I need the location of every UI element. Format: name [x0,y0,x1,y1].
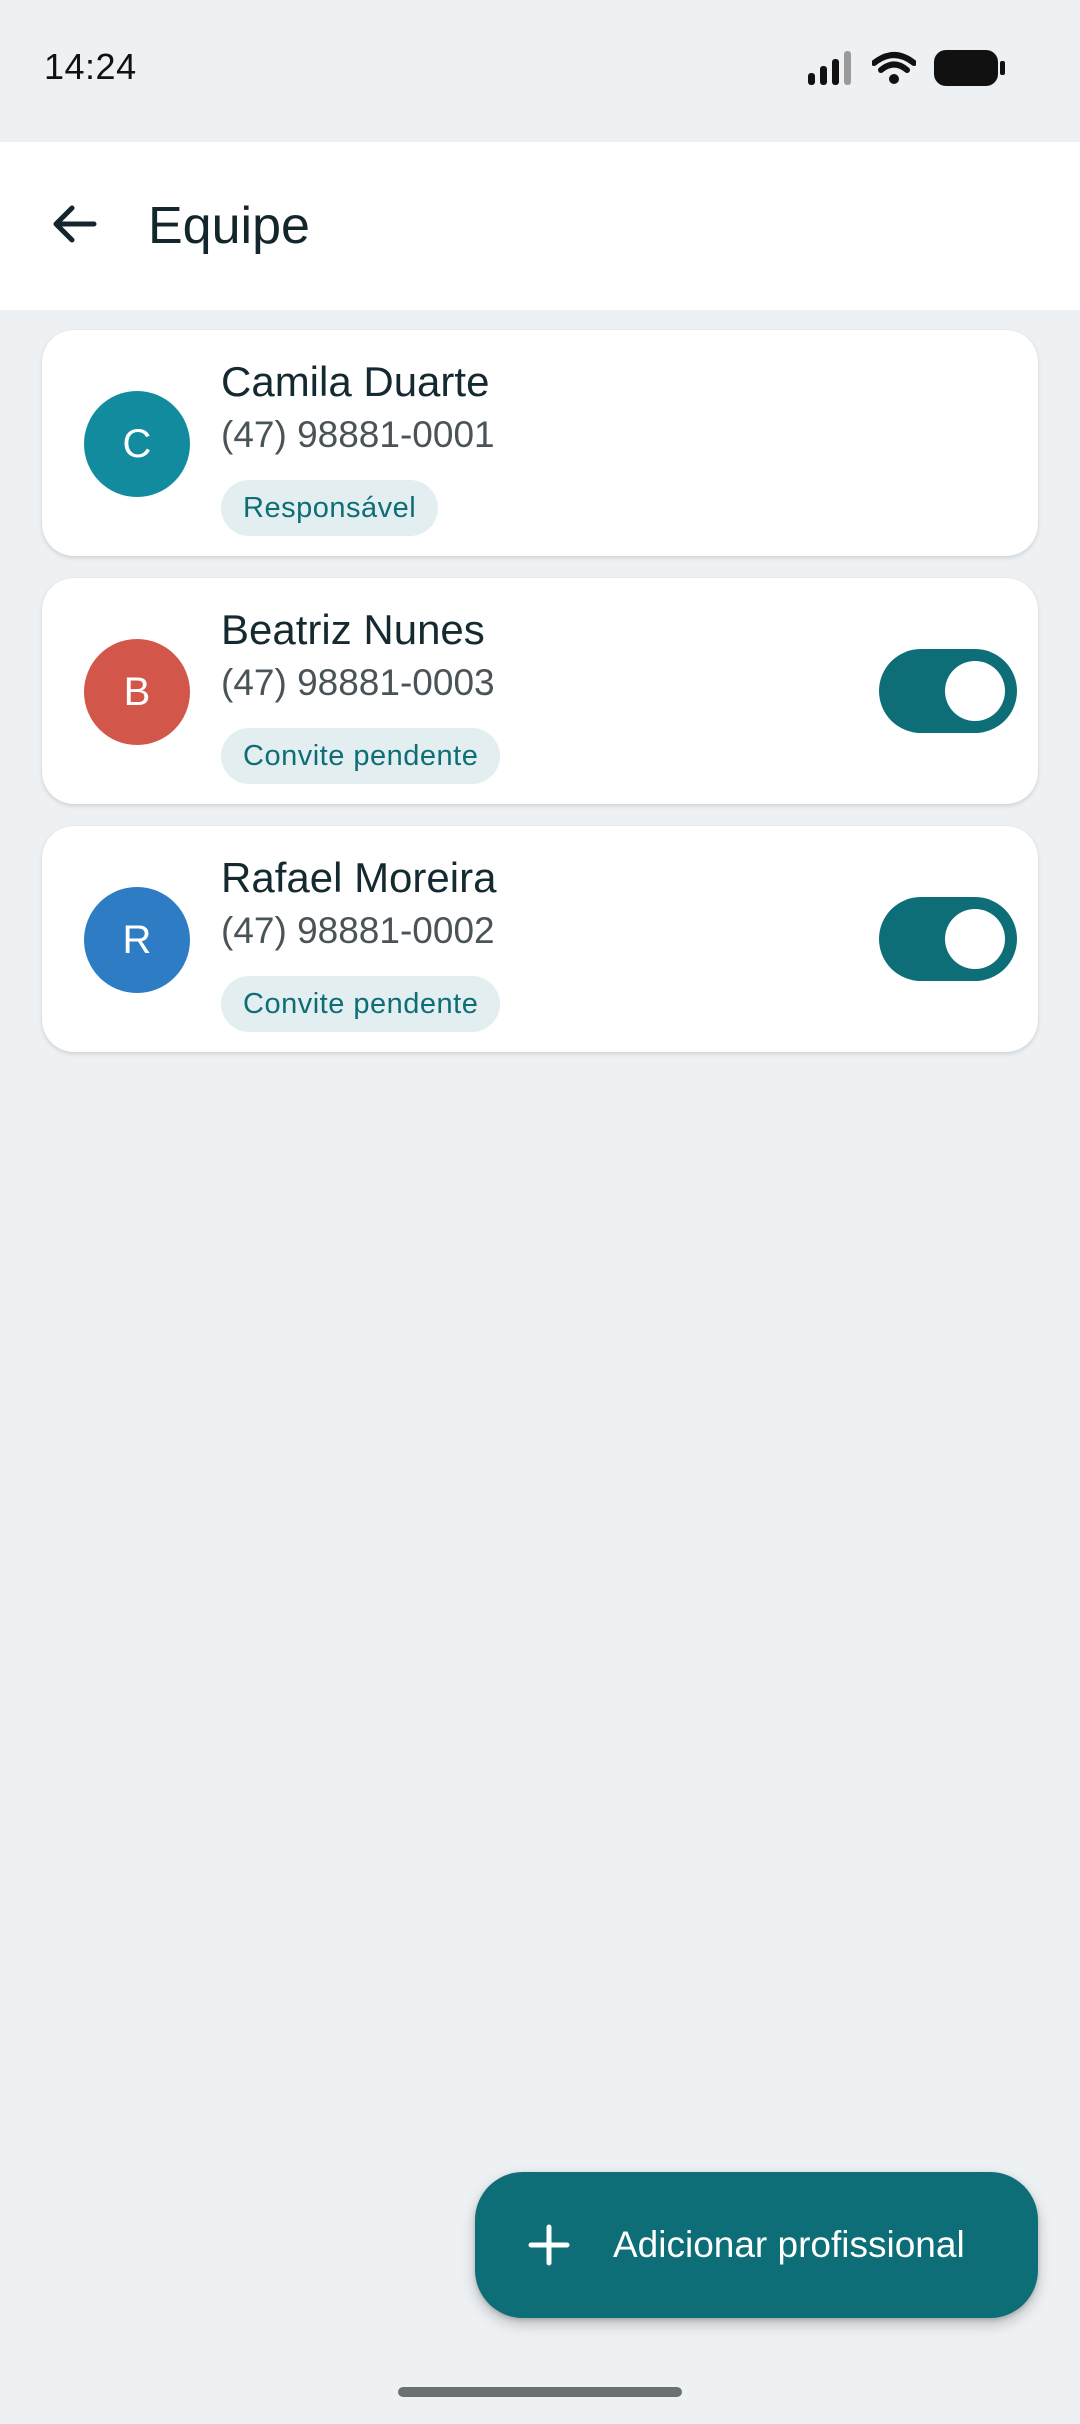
arrow-back-icon [50,200,98,253]
status-icons [808,50,1006,91]
toggle-knob [945,909,1005,969]
status-time: 14:24 [44,46,137,87]
role-badge: Responsável [221,480,439,536]
member-phone: (47) 98881-0003 [221,662,495,703]
status-bar: 14:24 [0,0,1080,142]
member-card-beatriz[interactable]: B Beatriz Nunes (47) 98881-0003 Convite … [42,578,1038,804]
member-name: Camila Duarte [221,358,490,405]
avatar: B [84,639,190,745]
avatar: C [84,391,190,497]
plus-icon [527,2223,571,2267]
signal-icon [808,51,854,90]
fab-label: Adicionar profissional [613,2224,965,2265]
avatar-initial: R [122,917,152,962]
battery-icon [934,50,1006,91]
back-button[interactable] [40,192,108,260]
member-phone: (47) 98881-0002 [221,910,495,951]
member-name: Beatriz Nunes [221,606,485,653]
add-professional-button[interactable]: Adicionar profissional [475,2172,1038,2318]
member-name: Rafael Moreira [221,854,497,901]
home-indicator[interactable] [398,2387,682,2397]
member-card-rafael[interactable]: R Rafael Moreira (47) 98881-0002 Convite… [42,826,1038,1052]
toggle-knob [945,661,1005,721]
avatar-initial: C [122,421,152,466]
member-active-toggle[interactable] [879,897,1017,981]
avatar: R [84,887,190,993]
status-badge: Convite pendente [221,976,501,1032]
page-title: Equipe [148,197,310,255]
wifi-icon [871,51,917,90]
avatar-initial: B [123,669,151,714]
status-badge: Convite pendente [221,728,501,784]
member-card-camila[interactable]: C Camila Duarte (47) 98881-0001 Responsá… [42,330,1038,556]
member-active-toggle[interactable] [879,649,1017,733]
member-phone: (47) 98881-0001 [221,414,495,455]
app-bar: Equipe [0,142,1080,310]
